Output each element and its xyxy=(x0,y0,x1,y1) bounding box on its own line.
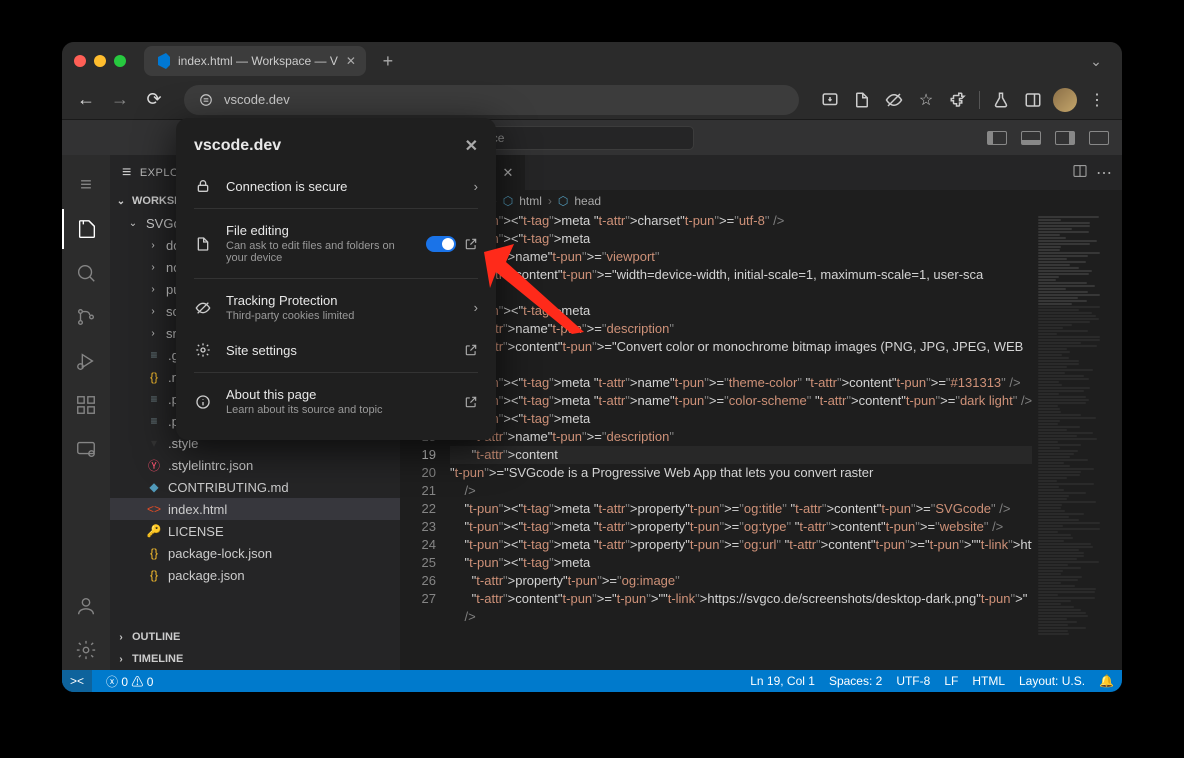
site-info-popover: vscode.dev ✕ Connection is secure › File… xyxy=(176,118,496,440)
layout-bottom-icon[interactable] xyxy=(1016,123,1046,153)
gear-icon xyxy=(194,342,212,358)
layout-right-icon[interactable] xyxy=(1050,123,1080,153)
install-app-icon[interactable] xyxy=(815,85,845,115)
eye-slash-icon xyxy=(194,300,212,316)
eol-status[interactable]: LF xyxy=(944,674,958,688)
account-icon[interactable] xyxy=(62,586,110,626)
site-settings-row[interactable]: Site settings xyxy=(176,332,496,368)
info-icon xyxy=(194,394,212,410)
split-editor-icon[interactable] xyxy=(1072,163,1088,183)
remote-indicator[interactable]: >< xyxy=(62,670,92,692)
minimap[interactable] xyxy=(1032,212,1122,670)
settings-gear-icon[interactable] xyxy=(62,630,110,670)
file-edit-icon xyxy=(194,236,212,252)
maximize-window-button[interactable] xyxy=(114,55,126,67)
close-window-button[interactable] xyxy=(74,55,86,67)
url-text: vscode.dev xyxy=(224,92,290,107)
file-editing-row[interactable]: File editingCan ask to edit files and fo… xyxy=(176,213,496,274)
panel-icon[interactable] xyxy=(1018,85,1048,115)
layout-status[interactable]: Layout: U.S. xyxy=(1019,674,1085,688)
code-content[interactable]: "t-pun"><"t-tag">meta "t-attr">charset"t… xyxy=(450,212,1032,670)
eye-off-icon[interactable] xyxy=(879,85,909,115)
external-link-icon[interactable] xyxy=(464,395,478,409)
reload-button[interactable]: ⟳ xyxy=(140,86,168,114)
kebab-menu-icon[interactable]: ⋮ xyxy=(1082,85,1112,115)
new-tab-button[interactable]: + xyxy=(374,47,402,75)
popover-title: vscode.dev xyxy=(194,137,281,155)
lock-icon xyxy=(194,178,212,194)
debug-icon[interactable] xyxy=(62,341,110,381)
site-info-icon[interactable] xyxy=(198,92,214,108)
activity-bar: ≡ xyxy=(62,155,110,670)
tab-overflow-button[interactable]: ⌄ xyxy=(1082,47,1110,75)
hamburger-icon[interactable]: ≡ xyxy=(122,164,132,182)
outline-section[interactable]: ›OUTLINE xyxy=(110,626,400,648)
chevron-right-icon: › xyxy=(474,179,478,194)
minimize-window-button[interactable] xyxy=(94,55,106,67)
remote-icon[interactable] xyxy=(62,429,110,469)
file-editing-toggle[interactable] xyxy=(426,236,456,252)
extensions-icon[interactable] xyxy=(943,85,973,115)
close-editor-tab-icon[interactable]: ✕ xyxy=(502,165,513,181)
encoding-status[interactable]: UTF-8 xyxy=(896,674,930,688)
cursor-position[interactable]: Ln 19, Col 1 xyxy=(750,674,815,688)
tree-item[interactable]: <>index.html xyxy=(110,498,400,520)
forward-button[interactable]: → xyxy=(106,86,134,114)
tree-item[interactable]: 🔑LICENSE xyxy=(110,520,400,542)
timeline-section[interactable]: ›TIMELINE xyxy=(110,648,400,670)
bell-icon[interactable]: 🔔 xyxy=(1099,674,1114,688)
back-button[interactable]: ← xyxy=(72,86,100,114)
profile-avatar[interactable] xyxy=(1050,85,1080,115)
browser-tab[interactable]: index.html — Workspace — V ✕ xyxy=(144,46,366,76)
address-bar[interactable]: vscode.dev xyxy=(184,85,799,115)
connection-secure-row[interactable]: Connection is secure › xyxy=(176,168,496,204)
search-activity-icon[interactable] xyxy=(62,253,110,293)
breadcrumbs[interactable]: <>index.html › ⬡html › ⬡head xyxy=(400,190,1122,212)
vscode-favicon-icon xyxy=(154,53,170,69)
titlebar: index.html — Workspace — V ✕ + ⌄ xyxy=(62,42,1122,80)
problems-indicator[interactable]: ⓧ 0 ⚠ 0 xyxy=(106,673,153,690)
bookmark-star-icon[interactable]: ☆ xyxy=(911,85,941,115)
layout-grid-icon[interactable] xyxy=(1084,123,1114,153)
indent-status[interactable]: Spaces: 2 xyxy=(829,674,882,688)
tree-item[interactable]: {}package.json xyxy=(110,564,400,586)
popover-close-icon[interactable]: ✕ xyxy=(465,136,478,156)
explorer-icon[interactable] xyxy=(62,209,110,249)
about-page-row[interactable]: About this pageLearn about its source an… xyxy=(176,377,496,426)
tracking-protection-row[interactable]: Tracking ProtectionThird-party cookies l… xyxy=(176,283,496,332)
external-link-icon[interactable] xyxy=(464,343,478,357)
tree-item[interactable]: {}package-lock.json xyxy=(110,542,400,564)
external-link-icon[interactable] xyxy=(464,237,478,251)
file-icon[interactable] xyxy=(847,85,877,115)
menu-icon[interactable]: ≡ xyxy=(62,165,110,205)
source-control-icon[interactable] xyxy=(62,297,110,337)
tab-title: index.html — Workspace — V xyxy=(178,54,338,68)
tree-item[interactable]: ◆CONTRIBUTING.md xyxy=(110,476,400,498)
editor-area: <> index.html ✕ ⋯ <>index.html › ⬡html ›… xyxy=(400,155,1122,670)
chevron-right-icon: › xyxy=(474,300,478,315)
more-editor-icon[interactable]: ⋯ xyxy=(1096,163,1112,183)
status-bar: >< ⓧ 0 ⚠ 0 Ln 19, Col 1 Spaces: 2 UTF-8 … xyxy=(62,670,1122,692)
labs-icon[interactable] xyxy=(986,85,1016,115)
layout-left-icon[interactable] xyxy=(982,123,1012,153)
extensions-activity-icon[interactable] xyxy=(62,385,110,425)
language-status[interactable]: HTML xyxy=(972,674,1005,688)
editor-tabs: <> index.html ✕ ⋯ xyxy=(400,155,1122,190)
browser-toolbar: ← → ⟳ vscode.dev ☆ ⋮ xyxy=(62,80,1122,120)
tree-item[interactable]: Ⓨ.stylelintrc.json xyxy=(110,454,400,476)
close-tab-icon[interactable]: ✕ xyxy=(346,54,356,68)
